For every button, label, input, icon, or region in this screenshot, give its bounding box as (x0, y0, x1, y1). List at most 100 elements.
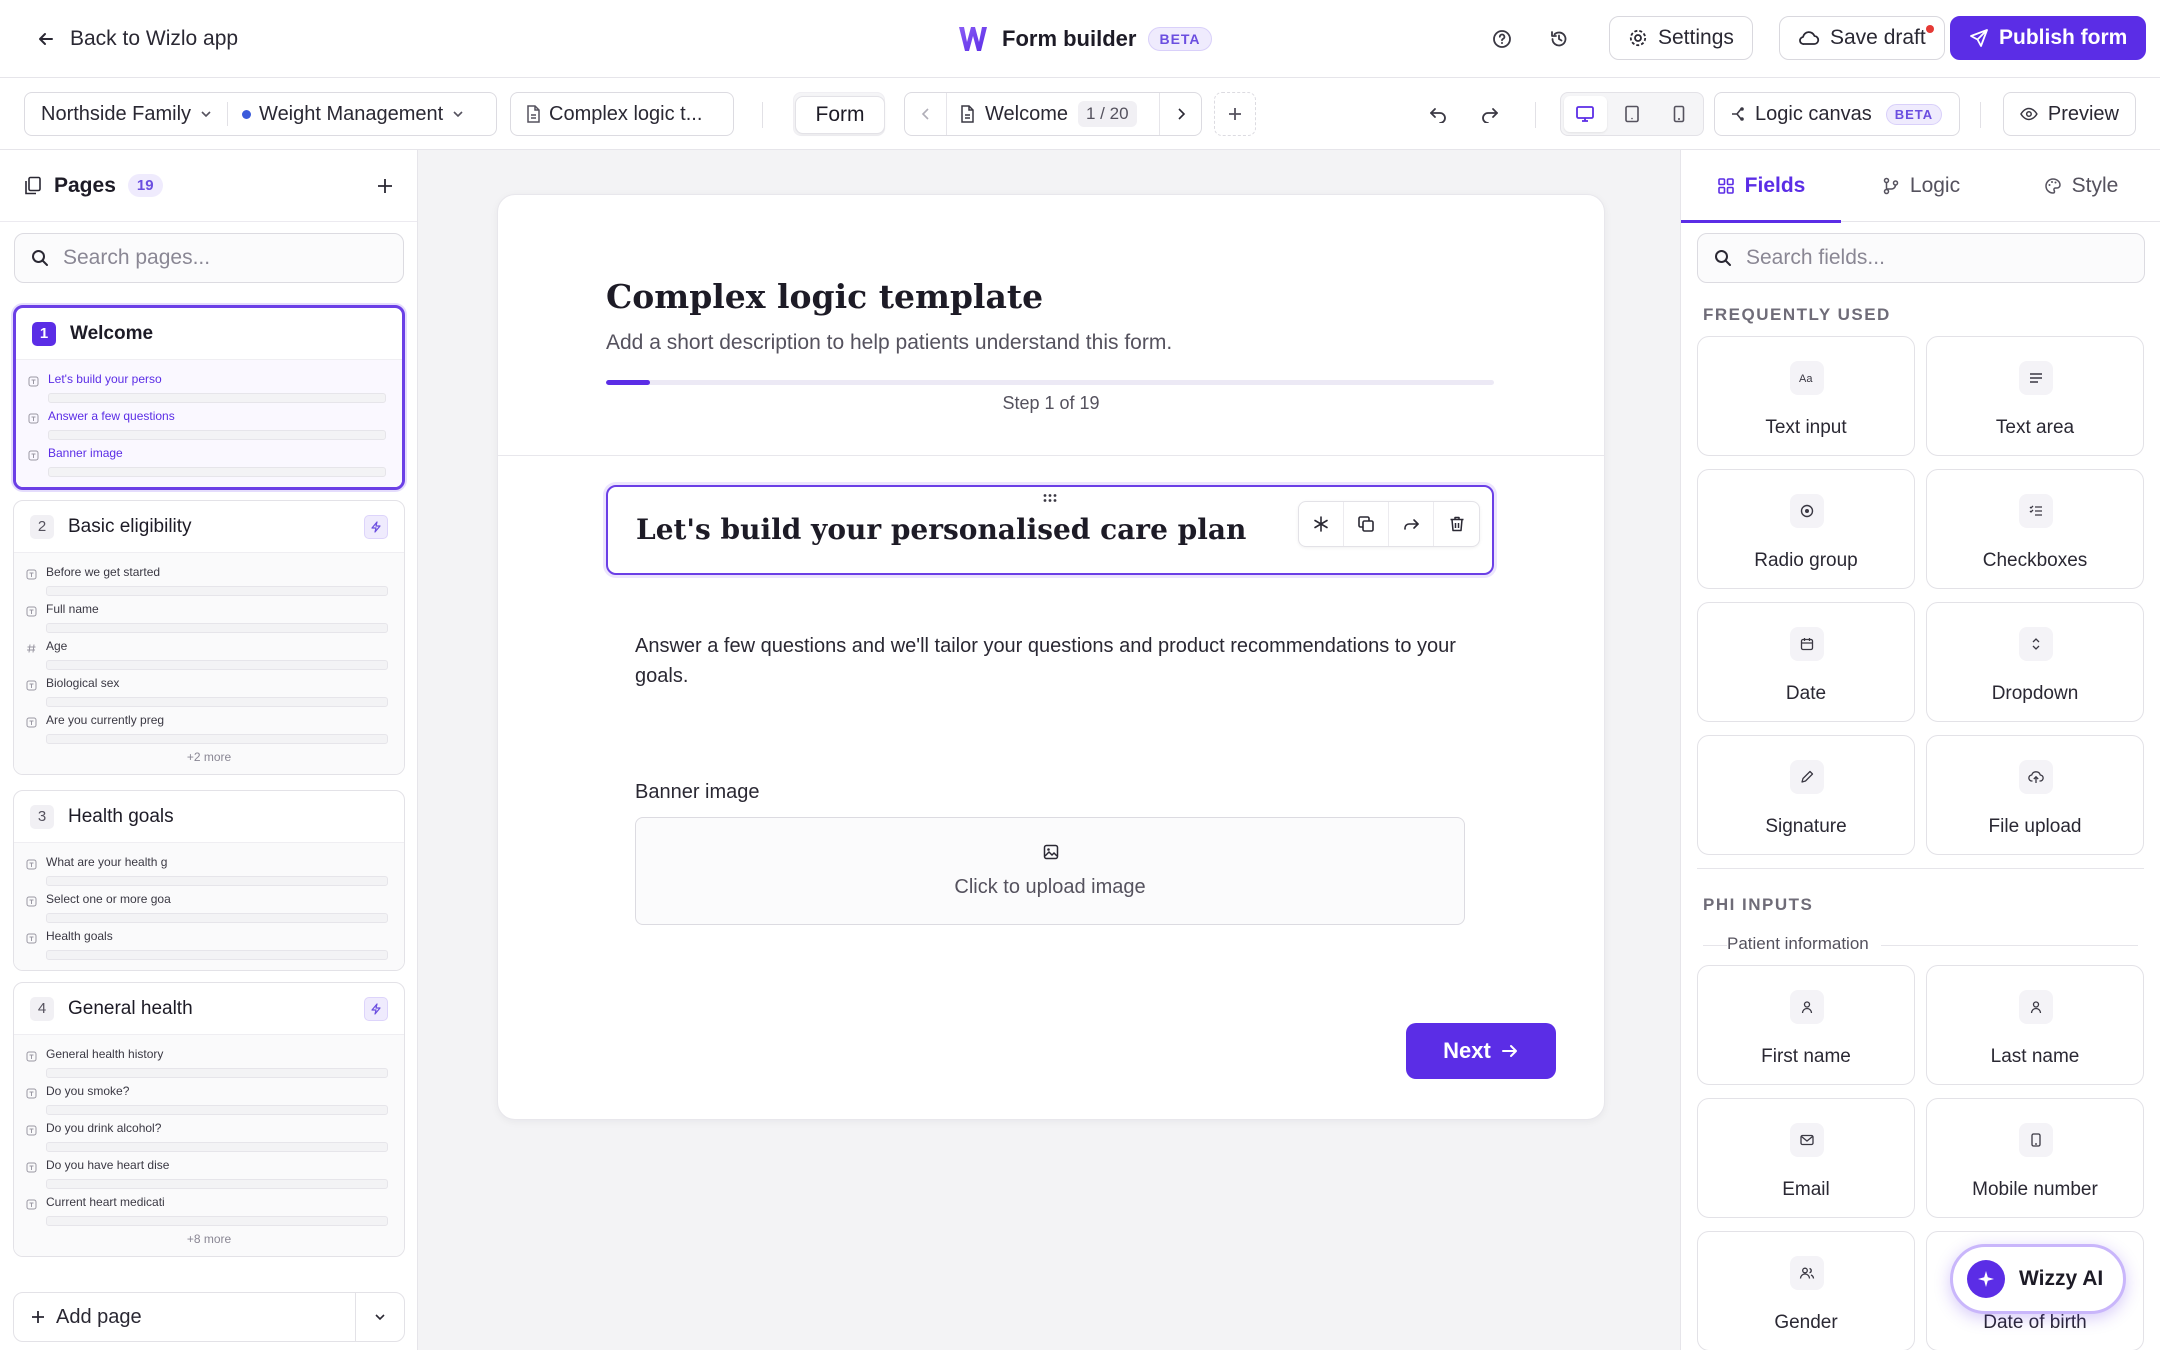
page-field-item: Let's build your perso (28, 366, 390, 403)
field-tile-first-name[interactable]: First name (1697, 965, 1915, 1085)
search-icon (32, 250, 48, 266)
delete-block-button[interactable] (1434, 502, 1479, 546)
field-tile-email[interactable]: Email (1697, 1098, 1915, 1218)
form-title[interactable]: Complex logic template (606, 277, 1043, 316)
block-toolbar (1298, 501, 1480, 547)
tab-logic[interactable]: Logic (1841, 150, 2001, 222)
undo-button[interactable] (1418, 94, 1458, 134)
field-tile-label: Signature (1765, 816, 1847, 837)
add-page-toolbar-button[interactable] (1214, 92, 1256, 136)
field-tile-text-area[interactable]: Text area (1926, 336, 2144, 456)
field-tile-label: Checkboxes (1982, 550, 2088, 571)
upload-text: Click to upload image (954, 876, 1146, 898)
mobile-view-button[interactable] (1657, 96, 1700, 132)
redo-button[interactable] (1470, 94, 1510, 134)
org-select[interactable]: Northside Family (25, 93, 227, 135)
page-field-list: Let's build your perso Answer a few quest… (16, 360, 402, 487)
image-upload-dropzone[interactable]: Click to upload image (635, 817, 1465, 925)
mail-icon (1790, 1123, 1824, 1157)
page-title: General health (68, 997, 193, 1019)
publish-form-button[interactable]: Publish form (1950, 16, 2147, 60)
page-field-placeholder (46, 1142, 388, 1152)
add-page-options-button[interactable] (356, 1293, 404, 1341)
page-field-label: Let's build your perso (48, 372, 162, 386)
page-field-item: Biological sex (26, 670, 392, 707)
page-field-item: Full name (26, 596, 392, 633)
move-block-button[interactable] (1389, 502, 1434, 546)
svg-text:Aa: Aa (1799, 373, 1813, 385)
field-tile-checkboxes[interactable]: Checkboxes (1926, 469, 2144, 589)
field-tile-label: First name (1761, 1046, 1851, 1067)
logic-canvas-button[interactable]: Logic canvas BETA (1714, 92, 1960, 136)
page-card[interactable]: 4 General health General health history Do … (13, 982, 405, 1257)
field-tile-signature[interactable]: Signature (1697, 735, 1915, 855)
page-search-input[interactable]: Search pages... (14, 233, 404, 283)
image-icon (1043, 844, 1059, 860)
next-button[interactable]: Next (1406, 1023, 1556, 1079)
page-field-placeholder (46, 734, 388, 744)
help-button[interactable] (1482, 19, 1522, 59)
page-navigator: Welcome 1 / 20 (904, 92, 1202, 136)
desktop-view-button[interactable] (1564, 96, 1607, 132)
field-tile-mobile-number[interactable]: Mobile number (1926, 1098, 2144, 1218)
tab-style[interactable]: Style (2001, 150, 2160, 222)
form-description[interactable]: Add a short description to help patients… (606, 331, 1172, 355)
arrow-left-icon (39, 33, 53, 45)
page-field-label: Do you drink alcohol? (46, 1121, 162, 1135)
checklist-icon (2019, 494, 2053, 528)
template-selector[interactable]: Complex logic t... (510, 92, 734, 136)
required-toggle-button[interactable] (1299, 502, 1344, 546)
field-search-input[interactable]: Search fields... (1697, 233, 2145, 283)
page-card[interactable]: 1 Welcome Let's build your perso Answer a f… (13, 305, 405, 490)
tab-form[interactable]: Form (795, 96, 885, 134)
paragraph-block[interactable]: Answer a few questions and we'll tailor … (635, 631, 1465, 691)
preview-button[interactable]: Preview (2003, 92, 2136, 136)
pages-sidebar: Pages 19 Search pages... 1 Welcome Let's b… (0, 150, 418, 1350)
field-tile-dropdown[interactable]: Dropdown (1926, 602, 2144, 722)
field-tile-label: Mobile number (1972, 1179, 2098, 1200)
field-tile-text-input[interactable]: Aa Text input (1697, 336, 1915, 456)
field-tile-last-name[interactable]: Last name (1926, 965, 2144, 1085)
page-field-placeholder (48, 467, 386, 477)
back-to-app-link[interactable]: Back to Wizlo app (36, 24, 238, 54)
text-input-icon: Aa (1790, 361, 1824, 395)
page-field-item: Banner image (28, 440, 390, 477)
heading-text[interactable]: Let's build your personalised care plan (636, 513, 1246, 546)
add-page-control: Add page (13, 1292, 405, 1342)
add-page-button[interactable]: Add page (14, 1293, 356, 1341)
field-tile-gender[interactable]: Gender (1697, 1231, 1915, 1350)
current-page-select[interactable]: Welcome 1 / 20 (947, 93, 1159, 135)
field-tile-radio-group[interactable]: Radio group (1697, 469, 1915, 589)
duplicate-block-button[interactable] (1344, 502, 1389, 546)
prev-page-button[interactable] (905, 93, 947, 135)
tablet-view-button[interactable] (1611, 96, 1654, 132)
settings-button[interactable]: Settings (1609, 16, 1753, 60)
more-fields-label[interactable]: +2 more (26, 744, 392, 770)
history-button[interactable] (1539, 19, 1579, 59)
next-page-button[interactable] (1159, 93, 1201, 135)
divider (1535, 102, 1536, 128)
program-select[interactable]: Weight Management (228, 93, 479, 135)
selected-heading-block[interactable]: Let's build your personalised care plan (606, 485, 1494, 575)
chevron-down-icon (453, 111, 463, 118)
save-draft-button[interactable]: Save draft (1779, 16, 1945, 60)
page-card[interactable]: 3 Health goals What are your health g Selec… (13, 790, 405, 971)
page-field-item: Answer a few questions (28, 403, 390, 440)
pages-icon (25, 176, 41, 194)
drag-handle-icon[interactable] (1042, 493, 1058, 503)
page-field-placeholder (46, 950, 388, 960)
field-tile-date[interactable]: Date (1697, 602, 1915, 722)
wizzy-ai-button[interactable]: Wizzy AI (1950, 1244, 2126, 1314)
page-number: 3 (30, 804, 54, 829)
field-tile-file-upload[interactable]: File upload (1926, 735, 2144, 855)
publish-label: Publish form (1999, 26, 2128, 49)
page-field-placeholder (46, 697, 388, 707)
branch-icon (1883, 177, 1899, 195)
page-card[interactable]: 2 Basic eligibility Before we get started F… (13, 500, 405, 775)
tab-fields[interactable]: Fields (1681, 150, 1841, 223)
divider (498, 455, 1604, 456)
more-fields-label[interactable]: +8 more (26, 1226, 392, 1252)
page-field-placeholder (46, 1179, 388, 1189)
sparkle-icon (1967, 1260, 2005, 1298)
plus-icon[interactable] (376, 177, 394, 195)
